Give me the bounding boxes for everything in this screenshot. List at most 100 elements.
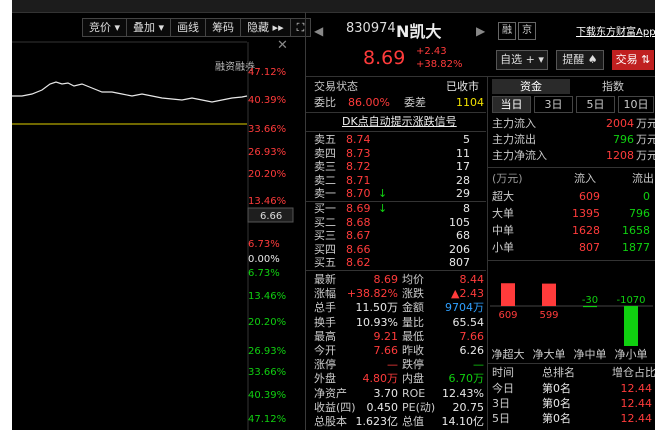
weibi-value: 86.00% <box>348 96 390 109</box>
y-axis-label: 40.39% <box>248 390 287 401</box>
y-axis-label: 0.00% <box>248 254 280 265</box>
tab-fund[interactable]: 资金 <box>492 79 570 94</box>
stat-value: 9704万 <box>445 301 484 315</box>
order-level-arrow: ↓ <box>378 187 388 200</box>
y-axis-label: 20.20% <box>248 169 287 180</box>
main-flow-value: 1208 <box>606 149 634 162</box>
flow-row-outflow: 1877 <box>622 241 650 254</box>
y-axis-label: 47.12% <box>248 414 287 425</box>
stat-label: 最新 <box>314 273 336 286</box>
y-axis-label: 6.73% <box>248 239 280 250</box>
order-level-label: 买四 <box>314 242 336 256</box>
col-outflow: 流出 <box>632 172 654 185</box>
flow-row-outflow: 1658 <box>622 224 650 237</box>
flow-row-outflow: 796 <box>629 207 650 220</box>
rank-position: 第0名 <box>542 412 571 425</box>
rank-header: 总排名 <box>542 366 575 379</box>
stat-value: 10.93% <box>356 315 398 329</box>
period-3d[interactable]: 3日 <box>534 96 573 113</box>
stat-label: 涨停 <box>314 358 336 372</box>
order-level-price: 8.69 <box>346 202 371 215</box>
order-level-volume: 29 <box>456 187 470 200</box>
order-level-label: 卖二 <box>314 173 336 187</box>
stat-label: 外盘 <box>314 372 336 386</box>
net-bar-label: 净小单 <box>615 347 648 361</box>
order-level-label: 买五 <box>314 256 336 269</box>
order-level-volume: 206 <box>449 242 470 256</box>
main-flow-label: 主力净流入 <box>492 149 547 162</box>
stat-value: 12.43% <box>442 386 484 400</box>
dk-signal-link[interactable]: DK点自动提示涨跌信号 <box>342 115 457 129</box>
stat-label: ROE <box>402 386 426 400</box>
stat-label: 昨收 <box>402 344 424 357</box>
order-level-price: 8.68 <box>346 215 371 229</box>
stat-value: 0.450 <box>366 400 399 414</box>
stat-label: 最低 <box>402 329 424 343</box>
net-bar-value: -1070 <box>616 295 645 306</box>
tab-index[interactable]: 指数 <box>574 79 652 94</box>
main-flow-label: 主力流入 <box>492 117 536 130</box>
trade-button[interactable]: 交易 ⇅ <box>612 50 654 70</box>
stat-label: 涨幅 <box>314 287 336 301</box>
order-level-label: 卖三 <box>314 160 336 173</box>
weicha-label: 委差 <box>404 96 426 109</box>
stat-value: 6.70万 <box>448 372 485 386</box>
stat-label: 内盘 <box>402 372 424 386</box>
period-today[interactable]: 当日 <box>492 96 531 113</box>
rank-ratio: 12.44 <box>620 382 653 395</box>
order-level-volume: 17 <box>456 160 470 173</box>
order-level-label: 卖一 <box>314 187 336 200</box>
order-level-price: 8.71 <box>346 173 371 187</box>
stat-value: 8.69 <box>373 273 399 286</box>
y-axis-label: 40.39% <box>248 95 287 106</box>
stat-label: 跌停 <box>402 358 424 372</box>
weicha-value: 1104 <box>456 96 484 109</box>
rank-period: 5日 <box>492 412 510 425</box>
order-level-label: 卖四 <box>314 146 336 160</box>
flow-row-inflow: 1628 <box>572 224 600 237</box>
order-level-price: 8.70 <box>346 187 371 200</box>
flow-row-inflow: 1395 <box>572 207 600 220</box>
net-bar <box>501 283 515 306</box>
stat-value: 4.80万 <box>362 372 399 386</box>
net-bar-value: 609 <box>498 310 517 321</box>
download-app-link[interactable]: 下载东方财富App <box>576 23 655 38</box>
main-flow-value: 2004 <box>606 117 634 130</box>
alert-button[interactable]: 提醒 ♠ <box>556 50 604 70</box>
main-flow-label: 主力流出 <box>492 133 536 146</box>
net-bar-label: 净中单 <box>574 347 607 361</box>
y-axis-label: 26.93% <box>248 346 287 357</box>
rank-ratio: 12.44 <box>620 412 653 425</box>
stat-value: 14.10亿 <box>441 415 485 428</box>
add-watchlist-button[interactable]: 自选 + ▾ <box>496 50 548 70</box>
flow-row-label: 大单 <box>492 207 514 220</box>
order-level-arrow: ↓ <box>378 202 388 215</box>
stat-label: 最高 <box>314 329 336 343</box>
stat-value: — <box>473 358 484 372</box>
y-axis-label: 13.46% <box>248 196 287 207</box>
stat-value: 11.50万 <box>355 301 399 315</box>
y-axis-label: 33.66% <box>248 124 287 135</box>
y-axis-label: 26.93% <box>248 147 287 158</box>
rank-header: 增仓占比% <box>612 366 655 379</box>
rank-position: 第0名 <box>542 397 571 410</box>
y-axis-label: 13.46% <box>248 291 287 302</box>
next-stock-icon[interactable]: ▶ <box>476 24 485 38</box>
last-price: 8.69 <box>363 47 406 69</box>
order-level-label: 买二 <box>314 215 336 229</box>
main-flow-unit: 万元 <box>636 117 655 130</box>
price-line <box>12 81 248 103</box>
rank-period: 3日 <box>492 397 510 410</box>
order-level-volume: 5 <box>463 133 470 146</box>
order-level-volume: 105 <box>449 215 470 229</box>
order-level-price: 8.66 <box>346 242 371 256</box>
period-10d[interactable]: 10日 <box>618 96 654 113</box>
order-level-price: 8.72 <box>346 160 371 173</box>
period-5d[interactable]: 5日 <box>576 96 615 113</box>
prev-stock-icon[interactable]: ◀ <box>314 24 323 38</box>
flow-row-label: 小单 <box>492 241 514 254</box>
order-level-price: 8.74 <box>346 133 371 146</box>
order-level-label: 卖五 <box>314 133 336 146</box>
rank-header: 时间 <box>492 366 514 379</box>
quote-panel: ◀ 830974 N凯大 ▶ 融 京 下载东方财富App 8.69 +2.43 +… <box>306 12 655 430</box>
